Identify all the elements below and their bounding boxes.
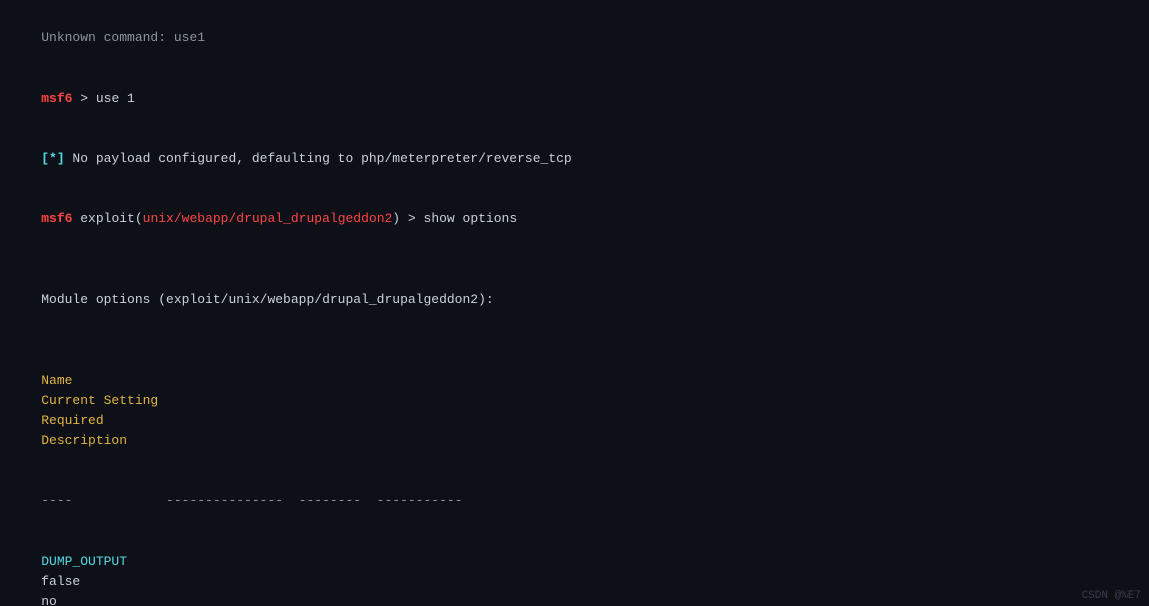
col-required-label: Required (41, 411, 121, 431)
module-name-1: unix/webapp/drupal_drupalgeddon2 (143, 211, 393, 226)
module-table-sep: ---- --------------- -------- ----------… (10, 471, 1139, 531)
col-setting-label: Current Setting (41, 391, 171, 411)
line-show-options: msf6 exploit(unix/webapp/drupal_drupalge… (10, 189, 1139, 249)
row-dump-output: DUMP_OUTPUT false no Dump payload comman… (10, 532, 1139, 606)
unknown-cmd-text: Unknown command: use1 (41, 30, 205, 45)
no-payload-text: No payload configured, defaulting to php… (65, 151, 572, 166)
prompt-msf6: msf6 (41, 91, 72, 106)
line-use1: msf6 > use 1 (10, 68, 1139, 128)
watermark: CSDN @%E7 (1082, 590, 1141, 602)
cmd-use1: use 1 (96, 91, 135, 106)
cell-dump-output-setting: false (41, 572, 171, 592)
cmd-show-options: show options (424, 211, 518, 226)
module-options-header: Module options (exploit/unix/webapp/drup… (10, 270, 1139, 330)
module-table-header: Name Current Setting Required Descriptio… (10, 350, 1139, 471)
info-bracket: [*] (41, 151, 64, 166)
module-options-text: Module options (exploit/unix/webapp/drup… (41, 292, 493, 307)
cell-dump-output-name: DUMP_OUTPUT (41, 552, 161, 572)
prompt-msf6-2: msf6 (41, 211, 72, 226)
cell-dump-output-required: no (41, 592, 121, 606)
exploit-prefix: exploit( (72, 211, 142, 226)
terminal: Unknown command: use1 msf6 > use 1 [*] N… (0, 0, 1149, 606)
blank-2 (10, 330, 1139, 350)
col-name-label: Name (41, 371, 161, 391)
sep-line: ---- --------------- -------- ----------… (41, 493, 462, 508)
line-no-payload: [*] No payload configured, defaulting to… (10, 129, 1139, 189)
prompt-arrow: > (72, 91, 95, 106)
exploit-suffix: ) > (392, 211, 423, 226)
line-unknown-cmd: Unknown command: use1 (10, 8, 1139, 68)
blank-1 (10, 250, 1139, 270)
col-desc-label: Description (41, 433, 127, 448)
